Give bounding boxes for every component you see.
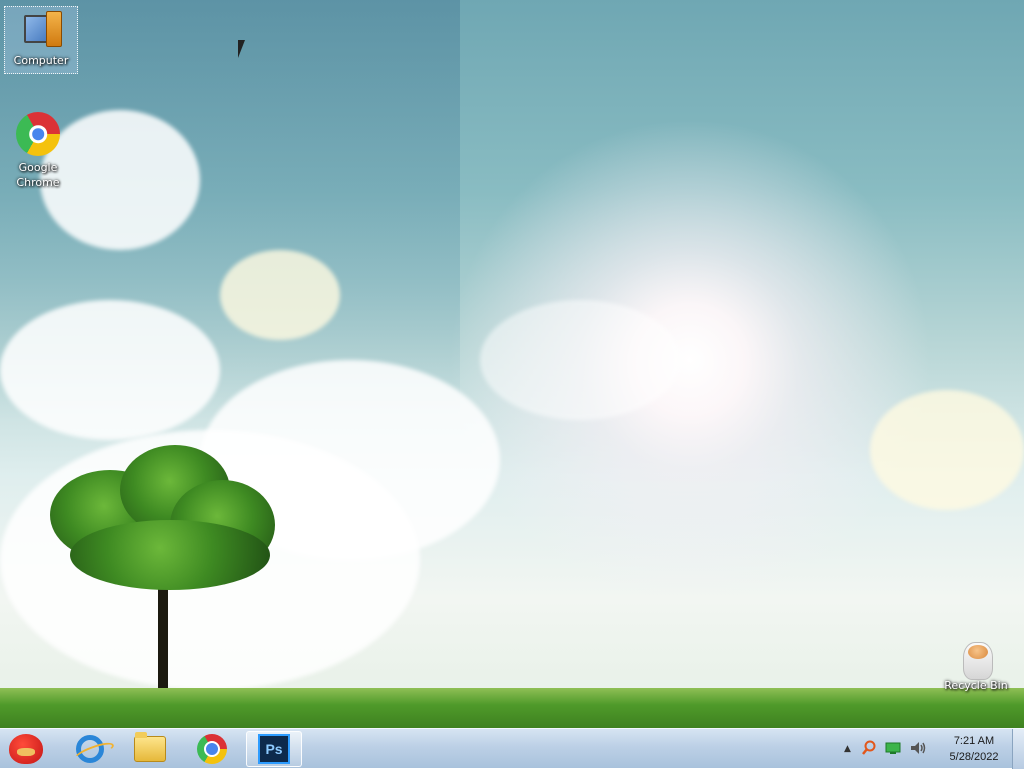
clock-date: 5/28/2022	[949, 751, 999, 763]
network-icon[interactable]	[885, 741, 901, 758]
taskbar-internet-explorer[interactable]	[62, 731, 118, 767]
recycle-bin-icon	[953, 636, 999, 682]
cloud	[0, 300, 220, 440]
clock-time: 7:21 AM	[953, 735, 995, 747]
computer-icon	[18, 7, 64, 53]
tree-canopy	[70, 520, 270, 590]
system-tray: ▲	[844, 729, 927, 769]
start-button[interactable]	[0, 731, 52, 767]
grass-ground	[0, 688, 1024, 730]
mouse-cursor-icon	[238, 40, 252, 58]
desktop-icon-recycle-bin[interactable]: Recycle Bin	[938, 636, 1014, 693]
chrome-icon	[16, 112, 60, 156]
taskbar-google-chrome[interactable]	[184, 731, 240, 767]
google-chrome-icon	[197, 734, 227, 764]
show-hidden-icons-icon[interactable]: ▲	[844, 744, 851, 754]
desktop-icon-computer[interactable]: Computer	[4, 6, 78, 74]
taskbar-clock[interactable]: 7:21 AM 5/28/2022	[938, 733, 1010, 765]
desktop-icon-label: Computer	[13, 54, 69, 67]
taskbar: Ps ▲ 7:21 AM 5/28/2022	[0, 728, 1024, 769]
volume-icon[interactable]	[909, 740, 927, 759]
cloud	[220, 250, 340, 340]
desktop-wallpaper[interactable]: Computer Google Chrome Recycle Bin	[0, 0, 1024, 768]
desktop-icon-google-chrome[interactable]: Google Chrome	[2, 112, 74, 190]
taskbar-photoshop[interactable]: Ps	[246, 731, 302, 767]
cloud	[480, 300, 680, 420]
desktop-icon-label: Google Chrome	[16, 161, 60, 189]
show-desktop-button[interactable]	[1012, 729, 1024, 769]
photoshop-icon: Ps	[258, 734, 290, 764]
taskbar-windows-explorer[interactable]	[122, 731, 178, 767]
cloud	[870, 390, 1024, 510]
internet-explorer-icon	[76, 735, 104, 763]
search-icon[interactable]	[861, 740, 877, 759]
windows-explorer-icon	[134, 732, 166, 762]
angry-birds-icon	[9, 734, 43, 764]
